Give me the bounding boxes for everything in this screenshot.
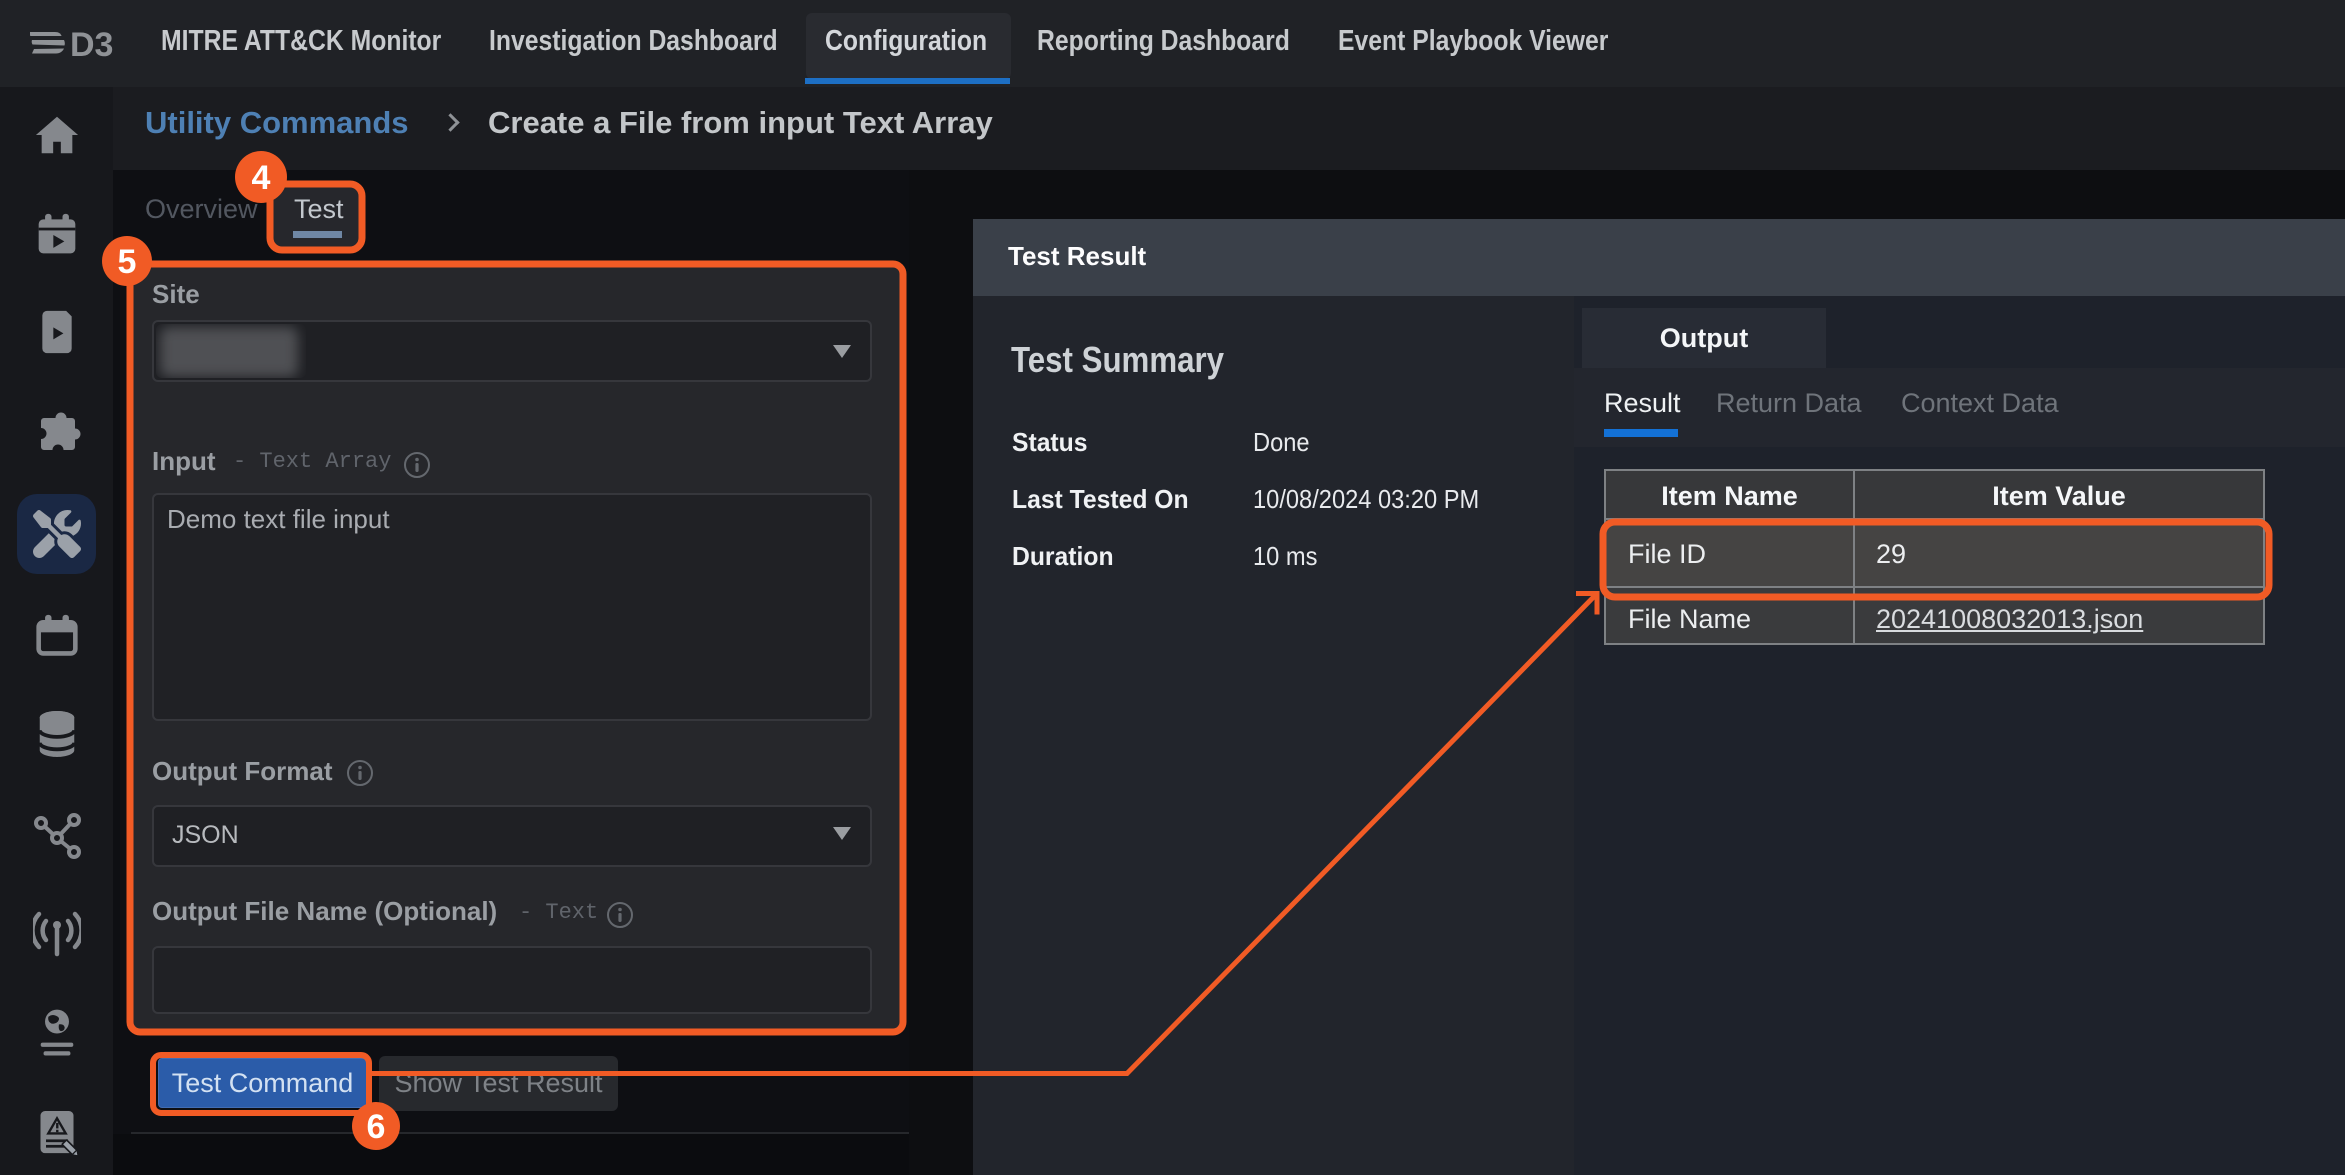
svg-text:4: 4 xyxy=(252,159,271,197)
svg-text:6: 6 xyxy=(367,1108,386,1146)
svg-text:5: 5 xyxy=(118,243,137,281)
